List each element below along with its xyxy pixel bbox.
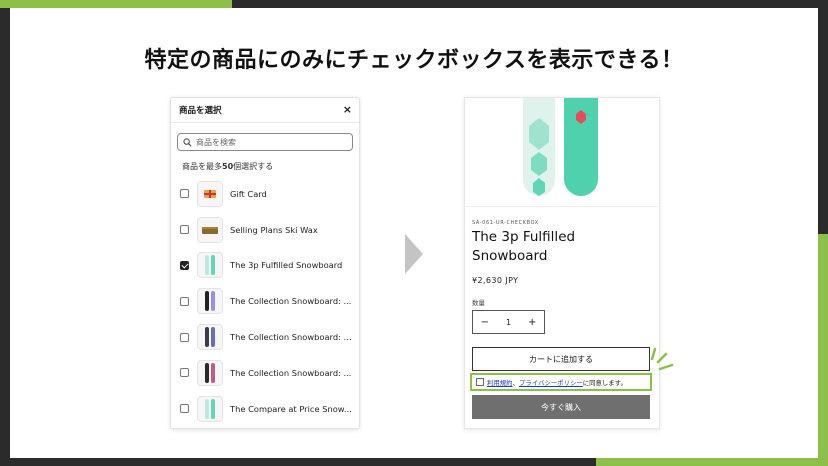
quantity-label: 数量 bbox=[472, 299, 485, 307]
list-item[interactable]: The 3p Fulfilled Snowboard bbox=[171, 248, 359, 284]
quantity-increase-button[interactable]: + bbox=[520, 317, 544, 328]
frame-accent-top-left bbox=[0, 0, 232, 8]
frame-accent-bottom-right bbox=[596, 458, 828, 466]
product-name: Selling Plans Ski Wax bbox=[230, 224, 318, 235]
product-checkbox-checked[interactable] bbox=[180, 260, 189, 270]
list-item[interactable]: Gift Card bbox=[171, 176, 359, 212]
search-icon bbox=[183, 137, 192, 146]
product-price: ¥2,630 JPY bbox=[472, 276, 519, 285]
product-picker-modal: 商品を選択 × 商品を最多50個選択する Gift Card Selling P… bbox=[170, 97, 360, 429]
list-item[interactable]: The Collection Snowboard: ... bbox=[171, 283, 359, 319]
privacy-policy-link[interactable]: プライバシーポリシー bbox=[519, 378, 583, 387]
search-field[interactable] bbox=[177, 133, 353, 151]
product-page: SA-061-UR-CHECKBOX The 3p Fulfilled Snow… bbox=[464, 97, 660, 429]
frame-accent-left-lower bbox=[0, 234, 10, 458]
quantity-value[interactable]: 1 bbox=[497, 318, 521, 327]
product-checkbox[interactable] bbox=[180, 404, 189, 414]
list-item[interactable]: Selling Plans Ski Wax bbox=[171, 212, 359, 248]
list-item[interactable]: The Collection Snowboard: L... bbox=[171, 319, 359, 355]
add-to-cart-button[interactable]: カートに追加する bbox=[472, 347, 650, 371]
product-checkbox[interactable] bbox=[180, 332, 189, 342]
product-thumbnail bbox=[197, 180, 223, 207]
product-name: The Compare at Price Snow... bbox=[230, 403, 352, 414]
list-item[interactable]: The Collection Snowboard: ... bbox=[171, 355, 359, 391]
arrow-right-icon bbox=[405, 234, 423, 274]
product-name: The 3p Fulfilled Snowboard bbox=[230, 260, 343, 271]
product-thumbnail bbox=[197, 252, 223, 279]
product-checkbox[interactable] bbox=[180, 368, 189, 378]
product-name: The Collection Snowboard: L... bbox=[230, 332, 352, 343]
product-thumbnail bbox=[197, 288, 223, 315]
product-thumbnail bbox=[197, 216, 223, 243]
product-image bbox=[465, 98, 659, 207]
quantity-decrease-button[interactable]: − bbox=[473, 317, 497, 328]
product-name: Gift Card bbox=[230, 188, 267, 199]
product-checkbox[interactable] bbox=[180, 225, 189, 235]
selection-limit-note: 商品を最多50個選択する bbox=[182, 162, 274, 171]
frame-accent-right-lower bbox=[818, 234, 828, 466]
terms-consent-row: 利用規約 、 プライバシーポリシー に同意します。 bbox=[470, 373, 652, 391]
modal-header: 商品を選択 × bbox=[171, 98, 359, 123]
quantity-stepper[interactable]: − 1 + bbox=[472, 310, 545, 334]
highlight-spark-icon bbox=[650, 347, 674, 371]
product-title: The 3p Fulfilled Snowboard bbox=[472, 229, 576, 264]
product-sku: SA-061-UR-CHECKBOX bbox=[472, 220, 539, 226]
product-checkbox[interactable] bbox=[180, 189, 189, 199]
buy-now-button[interactable]: 今すぐ購入 bbox=[472, 395, 650, 419]
product-thumbnail bbox=[197, 359, 223, 386]
frame-accent-top bbox=[232, 0, 828, 8]
frame-accent-bottom bbox=[0, 458, 596, 466]
product-name: The Collection Snowboard: ... bbox=[230, 296, 352, 307]
list-item[interactable]: The Compare at Price Snow... bbox=[171, 391, 359, 427]
product-thumbnail bbox=[197, 324, 223, 351]
terms-link[interactable]: 利用規約 bbox=[487, 378, 513, 387]
consent-suffix: に同意します。 bbox=[582, 378, 627, 387]
close-icon[interactable]: × bbox=[343, 103, 352, 116]
search-input[interactable] bbox=[196, 137, 336, 147]
modal-title: 商品を選択 bbox=[179, 106, 222, 116]
headline: 特定の商品にのみにチェックボックスを表示できる！ bbox=[144, 48, 684, 73]
product-list: Gift Card Selling Plans Ski Wax The 3p F… bbox=[171, 176, 359, 427]
product-checkbox[interactable] bbox=[180, 296, 189, 306]
product-thumbnail bbox=[197, 395, 223, 422]
terms-consent-checkbox[interactable] bbox=[476, 378, 484, 386]
product-name: The Collection Snowboard: ... bbox=[230, 367, 352, 378]
